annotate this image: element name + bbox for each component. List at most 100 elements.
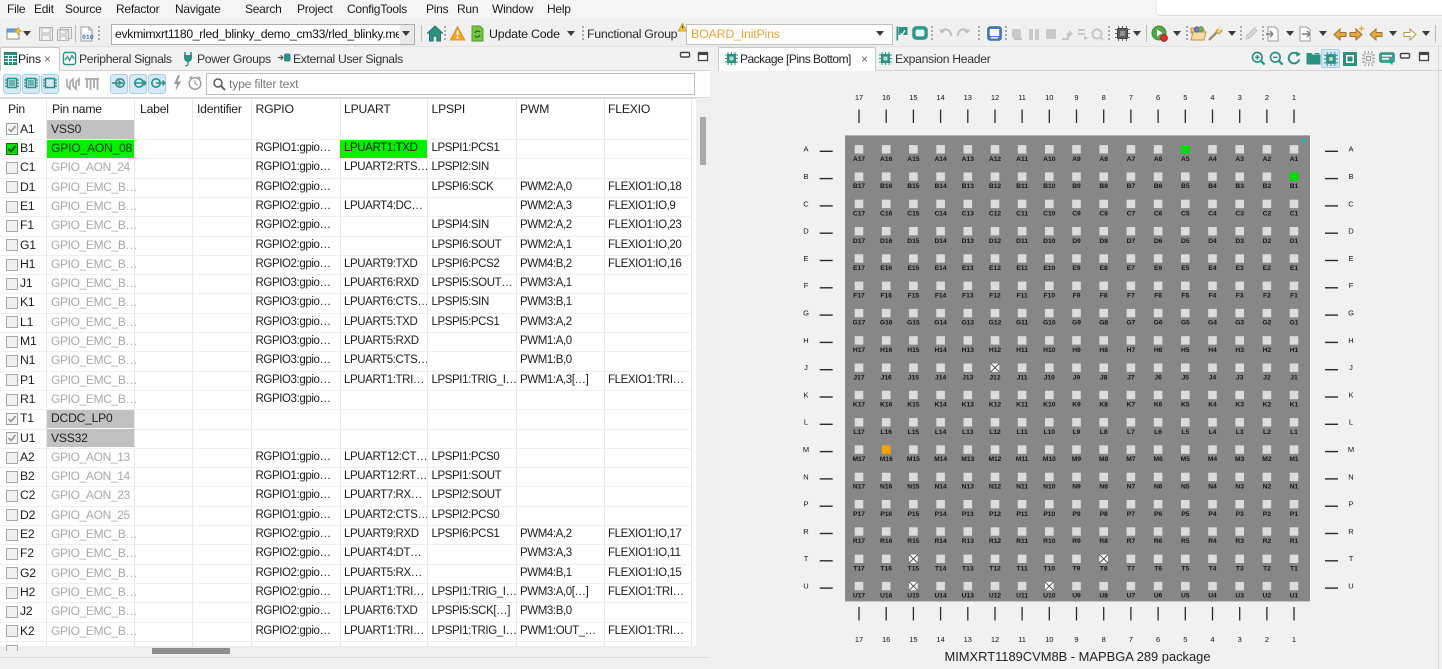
svg-text:5: 5 xyxy=(1183,93,1187,102)
svg-text:H12: H12 xyxy=(989,347,1002,354)
svg-text:D14: D14 xyxy=(934,238,947,245)
svg-text:E1: E1 xyxy=(1290,265,1298,272)
svg-text:B15: B15 xyxy=(907,183,920,190)
svg-text:R9: R9 xyxy=(1072,538,1081,545)
svg-text:F16: F16 xyxy=(880,292,892,299)
svg-text:P5: P5 xyxy=(1181,511,1189,518)
svg-text:M16: M16 xyxy=(880,456,893,463)
svg-text:K17: K17 xyxy=(853,402,866,409)
svg-text:010: 010 xyxy=(82,34,94,41)
svg-text:D3: D3 xyxy=(1235,238,1244,245)
svg-text:J6: J6 xyxy=(1154,374,1162,381)
svg-text:G6: G6 xyxy=(1154,320,1163,327)
svg-text:G2: G2 xyxy=(1262,320,1271,327)
svg-text:U13: U13 xyxy=(962,593,975,600)
svg-text:M8: M8 xyxy=(1099,456,1109,463)
svg-text:E10: E10 xyxy=(1043,265,1055,272)
svg-text:K9: K9 xyxy=(1072,402,1081,409)
svg-text:T3: T3 xyxy=(1236,565,1244,572)
svg-text:A5: A5 xyxy=(1181,156,1190,163)
svg-text:H7: H7 xyxy=(1127,347,1136,354)
svg-text:T17: T17 xyxy=(853,565,865,572)
svg-text:E12: E12 xyxy=(989,265,1001,272)
svg-text:F14: F14 xyxy=(935,292,947,299)
svg-text:E5: E5 xyxy=(1181,265,1189,272)
svg-text:M17: M17 xyxy=(852,456,865,463)
svg-text:D13: D13 xyxy=(962,238,975,245)
svg-text:B9: B9 xyxy=(1072,183,1081,190)
svg-text:H16: H16 xyxy=(880,347,893,354)
svg-text:D6: D6 xyxy=(1154,238,1163,245)
svg-text:J11: J11 xyxy=(1017,374,1028,381)
svg-text:M7: M7 xyxy=(1126,456,1136,463)
svg-text:L: L xyxy=(1349,418,1353,427)
svg-text:M13: M13 xyxy=(961,456,974,463)
svg-text:C1: C1 xyxy=(1290,211,1299,218)
svg-text:U: U xyxy=(803,582,808,591)
svg-text:A17: A17 xyxy=(853,156,866,163)
svg-text:B5: B5 xyxy=(1181,183,1190,190)
svg-text:A: A xyxy=(1348,145,1353,154)
svg-text:D5: D5 xyxy=(1181,238,1190,245)
svg-text:G4: G4 xyxy=(1208,320,1217,327)
svg-text:E17: E17 xyxy=(853,265,865,272)
svg-text:U11: U11 xyxy=(1016,593,1028,600)
svg-text:G: G xyxy=(803,309,809,318)
svg-text:P15: P15 xyxy=(907,511,919,518)
svg-text:R: R xyxy=(803,527,809,536)
svg-text:C2: C2 xyxy=(1263,211,1272,218)
svg-text:N13: N13 xyxy=(962,484,975,491)
svg-text:J12: J12 xyxy=(989,374,1000,381)
svg-text:H3: H3 xyxy=(1235,347,1244,354)
svg-text:B: B xyxy=(1348,172,1353,181)
svg-text:G13: G13 xyxy=(961,320,974,327)
svg-text:D12: D12 xyxy=(989,238,1002,245)
svg-text:D16: D16 xyxy=(880,238,893,245)
svg-text:N16: N16 xyxy=(880,484,893,491)
svg-text:T13: T13 xyxy=(962,565,974,572)
svg-text:R: R xyxy=(1348,527,1354,536)
svg-text:U8: U8 xyxy=(1099,593,1108,600)
svg-text:G11: G11 xyxy=(1016,320,1029,327)
svg-text:T2: T2 xyxy=(1263,565,1271,572)
svg-text:K2: K2 xyxy=(1263,402,1272,409)
svg-text:D1: D1 xyxy=(1290,238,1299,245)
svg-text:P8: P8 xyxy=(1100,511,1108,518)
svg-text:F2: F2 xyxy=(1263,292,1271,299)
svg-text:F: F xyxy=(1349,281,1354,290)
svg-text:K11: K11 xyxy=(1016,402,1028,409)
svg-text:N10: N10 xyxy=(1043,484,1056,491)
svg-text:C9: C9 xyxy=(1072,211,1081,218)
svg-text:G5: G5 xyxy=(1181,320,1190,327)
svg-text:T11: T11 xyxy=(1017,565,1028,572)
svg-text:K16: K16 xyxy=(880,402,893,409)
svg-text:E15: E15 xyxy=(907,265,919,272)
svg-text:L12: L12 xyxy=(989,429,1001,436)
svg-text:G: G xyxy=(1348,309,1354,318)
svg-text:A4: A4 xyxy=(1208,156,1217,163)
svg-text:F3: F3 xyxy=(1236,292,1244,299)
svg-text:U17: U17 xyxy=(853,593,866,600)
svg-text:H15: H15 xyxy=(907,347,920,354)
svg-text:U2: U2 xyxy=(1263,593,1272,600)
svg-text:H1: H1 xyxy=(1290,347,1299,354)
svg-text:P12: P12 xyxy=(989,511,1001,518)
svg-text:10: 10 xyxy=(1045,635,1053,644)
svg-text:P9: P9 xyxy=(1072,511,1080,518)
svg-text:N7: N7 xyxy=(1127,484,1136,491)
svg-text:E11: E11 xyxy=(1016,265,1028,272)
svg-text:L6: L6 xyxy=(1154,429,1162,436)
svg-text:B7: B7 xyxy=(1127,183,1136,190)
svg-text:5: 5 xyxy=(1183,635,1187,644)
svg-text:C: C xyxy=(1348,199,1354,208)
svg-text:K5: K5 xyxy=(1181,402,1190,409)
svg-text:U14: U14 xyxy=(934,593,947,600)
svg-text:U4: U4 xyxy=(1208,593,1217,600)
svg-text:J: J xyxy=(1349,363,1353,372)
svg-text:T16: T16 xyxy=(880,565,892,572)
svg-text:B14: B14 xyxy=(934,183,947,190)
svg-text:G15: G15 xyxy=(907,320,920,327)
svg-text:A: A xyxy=(803,145,808,154)
svg-text:G8: G8 xyxy=(1099,320,1108,327)
svg-text:E16: E16 xyxy=(880,265,892,272)
